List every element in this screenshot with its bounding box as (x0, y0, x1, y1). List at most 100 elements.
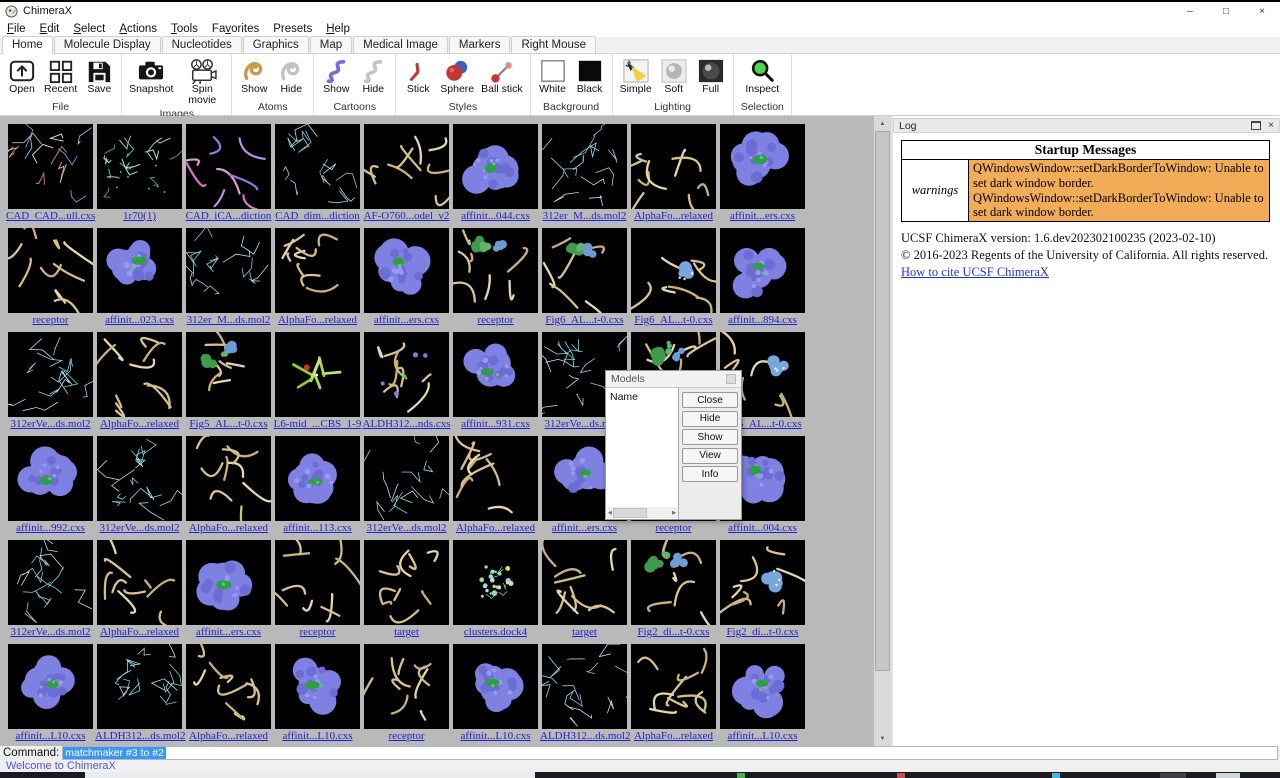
file-link[interactable]: receptor (451, 313, 540, 327)
tab-graphics[interactable]: Graphics (243, 36, 309, 53)
file-thumbnail[interactable] (97, 228, 182, 313)
menu-edit[interactable]: Edit (33, 22, 67, 36)
taskbar-icon[interactable] (1052, 773, 1060, 778)
file-link[interactable]: affinit...931.cxs (451, 417, 540, 431)
scrollbar-thumb[interactable] (875, 131, 890, 671)
file-link[interactable]: affinit...L10.cxs (451, 729, 540, 743)
file-thumbnail[interactable] (97, 124, 182, 209)
taskbar-search-box[interactable] (85, 772, 535, 778)
models-close-button[interactable]: Close (682, 392, 738, 408)
vertical-scrollbar[interactable]: ▲ ▼ (874, 116, 891, 746)
file-thumbnail[interactable] (720, 228, 805, 313)
file-link[interactable]: affinit...992.cxs (6, 521, 95, 535)
file-thumbnail[interactable] (275, 332, 360, 417)
minimize-button[interactable]: – (1172, 2, 1208, 20)
command-input[interactable]: matchmaker #3 to #2 (62, 746, 1278, 760)
tab-medical-image[interactable]: Medical Image (353, 36, 448, 53)
toolbar-button-selection-inspect[interactable]: Inspect (745, 57, 779, 95)
file-link[interactable]: target (540, 625, 629, 639)
file-thumbnail[interactable] (720, 124, 805, 209)
file-link[interactable]: Fig6_AL...t-0.cxs (629, 313, 718, 327)
file-link[interactable]: AlphaFo...relaxed (273, 313, 362, 327)
file-thumbnail[interactable] (364, 228, 449, 313)
file-link[interactable]: clusters.dock4 (451, 625, 540, 639)
file-link[interactable]: 312er_M...ds.mol2 (540, 209, 629, 223)
file-thumbnail[interactable] (453, 228, 538, 313)
file-link[interactable]: 312erVe...ds.mol2 (95, 521, 184, 535)
toolbar-button-file-open[interactable]: Open (7, 57, 37, 95)
file-thumbnail[interactable] (97, 644, 182, 729)
file-thumbnail[interactable] (453, 124, 538, 209)
file-link[interactable]: receptor (629, 521, 718, 535)
scroll-right-icon[interactable]: ▶ (672, 510, 676, 516)
file-thumbnail[interactable] (631, 228, 716, 313)
file-link[interactable]: receptor (362, 729, 451, 743)
toolbar-button-file-save[interactable]: Save (84, 57, 114, 95)
toolbar-button-styles-ball-stick[interactable]: Ball stick (481, 57, 522, 95)
file-link[interactable]: CAD_dim...diction (273, 209, 362, 223)
file-link[interactable]: affinit...ers.cxs (540, 521, 629, 535)
menu-presets[interactable]: Presets (266, 22, 319, 36)
file-thumbnail[interactable] (542, 644, 627, 729)
models-info-button[interactable]: Info (682, 466, 738, 482)
file-thumbnail[interactable] (364, 644, 449, 729)
file-link[interactable]: AlphaFo...relaxed (184, 521, 273, 535)
file-link[interactable]: CAD_CAD...ull.cxs (6, 209, 95, 223)
file-thumbnail[interactable] (453, 436, 538, 521)
toolbar-button-atoms-show[interactable]: Show (239, 57, 269, 95)
menu-tools[interactable]: Tools (164, 22, 205, 36)
hscrollbar-thumb[interactable] (613, 508, 647, 518)
models-list[interactable]: Name ◀ ▶ (606, 388, 679, 519)
file-link[interactable]: affinit...ers.cxs (718, 209, 807, 223)
toolbar-button-lighting-full[interactable]: Full (696, 57, 726, 95)
file-link[interactable]: 312er_M...ds.mol2 (184, 313, 273, 327)
file-link[interactable]: affinit...004.cxs (718, 521, 807, 535)
file-link[interactable]: Fig2_di...t-0.cxs (718, 625, 807, 639)
menu-actions[interactable]: Actions (112, 22, 164, 36)
models-dock-button[interactable] (726, 374, 736, 384)
file-link[interactable]: affinit...113.cxs (273, 521, 362, 535)
file-link[interactable]: affinit...L10.cxs (6, 729, 95, 743)
file-thumbnail[interactable] (8, 644, 93, 729)
toolbar-button-cartoons-hide[interactable]: Hide (358, 57, 388, 95)
tray-icon[interactable] (1216, 773, 1240, 778)
file-link[interactable]: affinit...L10.cxs (273, 729, 362, 743)
file-thumbnail[interactable] (542, 124, 627, 209)
file-thumbnail[interactable] (97, 436, 182, 521)
file-thumbnail[interactable] (631, 124, 716, 209)
scroll-up-icon[interactable]: ▲ (874, 116, 891, 131)
file-link[interactable]: AlphaFo...relaxed (95, 625, 184, 639)
file-link[interactable]: affinit...023.cxs (95, 313, 184, 327)
file-thumbnail[interactable] (275, 228, 360, 313)
toolbar-button-lighting-simple[interactable]: Simple (620, 57, 652, 95)
file-thumbnail[interactable] (542, 228, 627, 313)
file-link[interactable]: AlphaFo...relaxed (184, 729, 273, 743)
file-thumbnail[interactable] (275, 644, 360, 729)
file-thumbnail[interactable] (8, 124, 93, 209)
float-window-icon[interactable] (1251, 121, 1261, 130)
file-link[interactable]: ALDH312...ds.mol2 (95, 729, 184, 743)
file-link[interactable]: 312erVe...ds.mol2 (6, 625, 95, 639)
scroll-down-icon[interactable]: ▼ (874, 731, 891, 746)
file-link[interactable]: AlphaFo...relaxed (95, 417, 184, 431)
file-thumbnail[interactable] (186, 644, 271, 729)
file-thumbnail[interactable] (631, 540, 716, 625)
models-view-button[interactable]: View (682, 448, 738, 464)
file-link[interactable]: Fig5_AL...t-0.cxs (184, 417, 273, 431)
file-link[interactable]: CAD_iCA...diction (184, 209, 273, 223)
file-link[interactable]: Fig2_di...t-0.cxs (629, 625, 718, 639)
file-thumbnail[interactable] (8, 540, 93, 625)
file-link[interactable]: AlphaFo...relaxed (629, 729, 718, 743)
file-link[interactable]: ALDH312...ds.mol2 (540, 729, 629, 743)
toolbar-button-background-white[interactable]: White (538, 57, 568, 95)
file-thumbnail[interactable] (720, 540, 805, 625)
file-thumbnail[interactable] (364, 436, 449, 521)
windows-taskbar[interactable] (0, 772, 1280, 778)
file-thumbnail[interactable] (453, 644, 538, 729)
file-thumbnail[interactable] (275, 436, 360, 521)
taskbar-icon[interactable] (897, 773, 905, 778)
file-link[interactable]: ALDH312...nds.cxs (362, 417, 451, 431)
tab-nucleotides[interactable]: Nucleotides (162, 36, 242, 53)
tab-right-mouse[interactable]: Right Mouse (511, 36, 596, 53)
toolbar-button-cartoons-show[interactable]: Show (321, 57, 351, 95)
